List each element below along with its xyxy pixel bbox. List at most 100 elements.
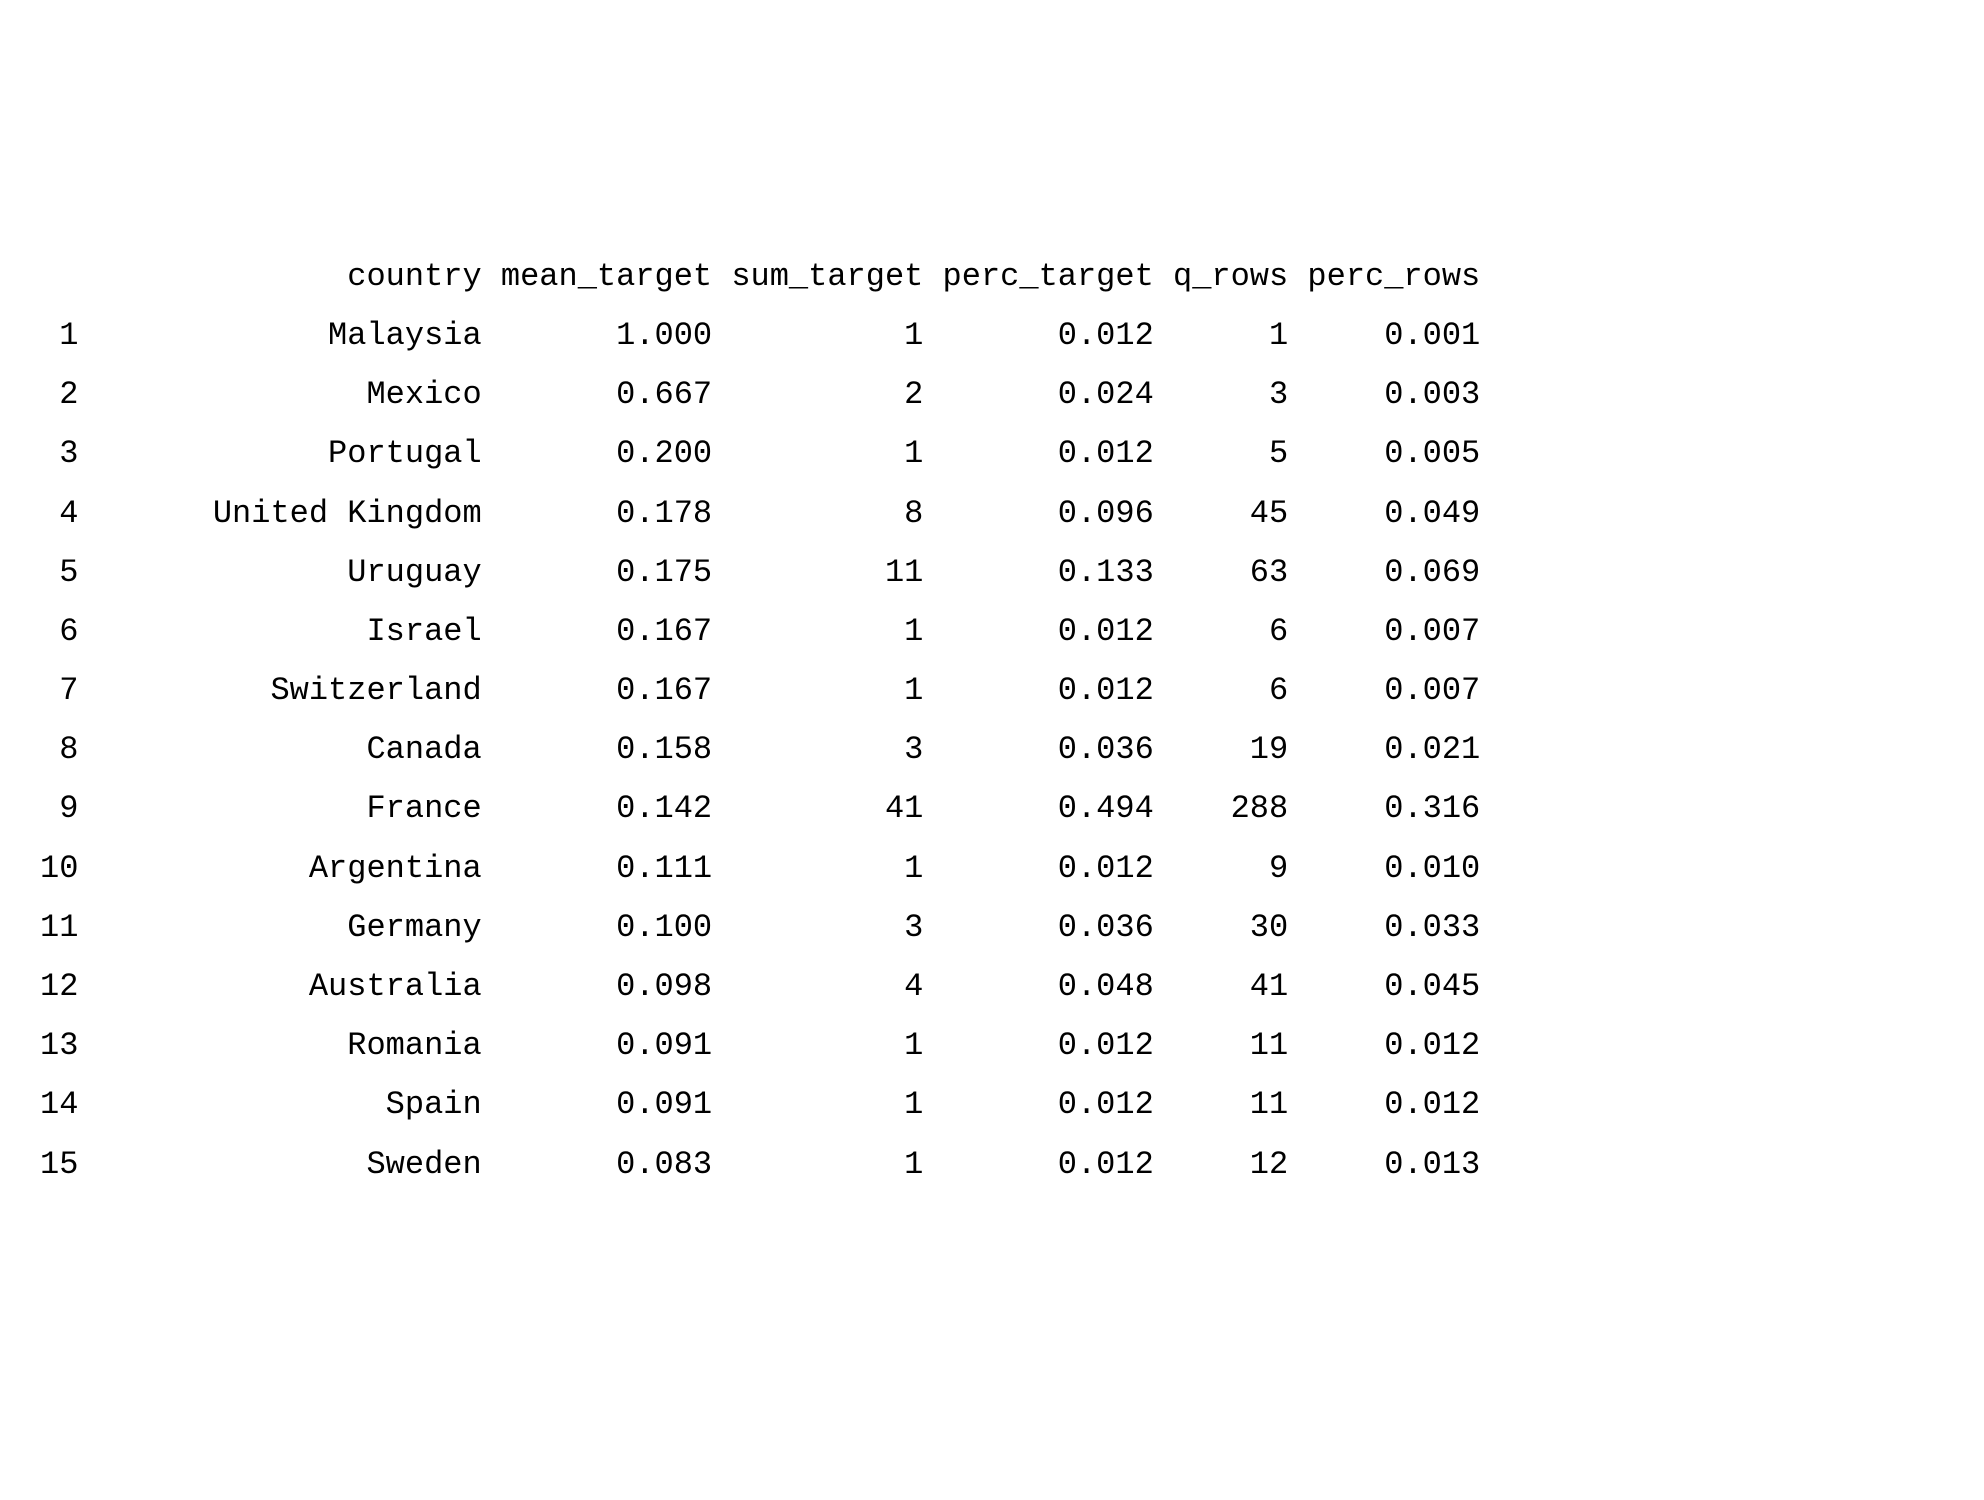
header-perc-rows: perc_rows [1288, 247, 1480, 306]
cell-perc-rows: 0.316 [1288, 779, 1480, 838]
row-index: 12 [40, 957, 78, 1016]
cell-perc-target: 0.012 [923, 839, 1153, 898]
cell-mean-target: 0.083 [482, 1135, 712, 1194]
cell-sum-target: 11 [712, 543, 923, 602]
header-perc-target: perc_target [923, 247, 1153, 306]
cell-country: Romania [78, 1016, 481, 1075]
table-row: 10Argentina0.11110.01290.010 [40, 839, 1944, 898]
cell-mean-target: 0.142 [482, 779, 712, 838]
cell-mean-target: 0.167 [482, 602, 712, 661]
cell-perc-target: 0.012 [923, 1135, 1153, 1194]
cell-mean-target: 0.167 [482, 661, 712, 720]
cell-q-rows: 288 [1154, 779, 1288, 838]
cell-mean-target: 0.667 [482, 365, 712, 424]
cell-sum-target: 1 [712, 602, 923, 661]
header-mean-target: mean_target [482, 247, 712, 306]
table-row: 3Portugal0.20010.01250.005 [40, 424, 1944, 483]
cell-country: United Kingdom [78, 484, 481, 543]
cell-q-rows: 11 [1154, 1075, 1288, 1134]
cell-perc-rows: 0.005 [1288, 424, 1480, 483]
table-row: 6Israel0.16710.01260.007 [40, 602, 1944, 661]
cell-country: Uruguay [78, 543, 481, 602]
cell-perc-target: 0.012 [923, 602, 1153, 661]
table-header-row: countrymean_targetsum_targetperc_targetq… [40, 247, 1944, 306]
cell-mean-target: 0.175 [482, 543, 712, 602]
table-row: 4United Kingdom0.17880.096450.049 [40, 484, 1944, 543]
cell-sum-target: 3 [712, 720, 923, 779]
cell-perc-rows: 0.069 [1288, 543, 1480, 602]
cell-country: Canada [78, 720, 481, 779]
table-row: 5Uruguay0.175110.133630.069 [40, 543, 1944, 602]
cell-perc-rows: 0.045 [1288, 957, 1480, 1016]
cell-country: Argentina [78, 839, 481, 898]
cell-country: Malaysia [78, 306, 481, 365]
cell-mean-target: 0.158 [482, 720, 712, 779]
cell-perc-rows: 0.007 [1288, 661, 1480, 720]
cell-q-rows: 63 [1154, 543, 1288, 602]
row-index: 10 [40, 839, 78, 898]
cell-q-rows: 3 [1154, 365, 1288, 424]
cell-perc-rows: 0.049 [1288, 484, 1480, 543]
header-country: country [78, 247, 481, 306]
cell-q-rows: 5 [1154, 424, 1288, 483]
cell-q-rows: 41 [1154, 957, 1288, 1016]
cell-perc-target: 0.024 [923, 365, 1153, 424]
cell-sum-target: 1 [712, 839, 923, 898]
cell-perc-target: 0.096 [923, 484, 1153, 543]
cell-q-rows: 45 [1154, 484, 1288, 543]
cell-q-rows: 19 [1154, 720, 1288, 779]
table-row: 1Malaysia1.00010.01210.001 [40, 306, 1944, 365]
cell-mean-target: 0.091 [482, 1016, 712, 1075]
cell-q-rows: 9 [1154, 839, 1288, 898]
cell-perc-rows: 0.007 [1288, 602, 1480, 661]
cell-perc-rows: 0.001 [1288, 306, 1480, 365]
table-row: 7Switzerland0.16710.01260.007 [40, 661, 1944, 720]
data-table: countrymean_targetsum_targetperc_targetq… [40, 247, 1944, 1194]
cell-mean-target: 0.098 [482, 957, 712, 1016]
cell-perc-target: 0.012 [923, 1016, 1153, 1075]
cell-perc-target: 0.012 [923, 1075, 1153, 1134]
cell-q-rows: 6 [1154, 602, 1288, 661]
table-row: 11Germany0.10030.036300.033 [40, 898, 1944, 957]
table-row: 8Canada0.15830.036190.021 [40, 720, 1944, 779]
cell-country: Israel [78, 602, 481, 661]
cell-perc-target: 0.133 [923, 543, 1153, 602]
cell-sum-target: 8 [712, 484, 923, 543]
cell-country: Switzerland [78, 661, 481, 720]
header-q-rows: q_rows [1154, 247, 1288, 306]
cell-country: Mexico [78, 365, 481, 424]
cell-mean-target: 1.000 [482, 306, 712, 365]
cell-sum-target: 1 [712, 661, 923, 720]
table-row: 13Romania0.09110.012110.012 [40, 1016, 1944, 1075]
row-index: 13 [40, 1016, 78, 1075]
header-sum-target: sum_target [712, 247, 923, 306]
cell-sum-target: 1 [712, 424, 923, 483]
cell-q-rows: 30 [1154, 898, 1288, 957]
table-row: 15Sweden0.08310.012120.013 [40, 1135, 1944, 1194]
cell-q-rows: 12 [1154, 1135, 1288, 1194]
cell-sum-target: 1 [712, 1016, 923, 1075]
row-index: 9 [40, 779, 78, 838]
cell-q-rows: 6 [1154, 661, 1288, 720]
cell-perc-rows: 0.013 [1288, 1135, 1480, 1194]
cell-perc-rows: 0.021 [1288, 720, 1480, 779]
cell-mean-target: 0.111 [482, 839, 712, 898]
table-row: 2Mexico0.66720.02430.003 [40, 365, 1944, 424]
cell-country: Sweden [78, 1135, 481, 1194]
row-index: 5 [40, 543, 78, 602]
cell-perc-rows: 0.003 [1288, 365, 1480, 424]
cell-sum-target: 41 [712, 779, 923, 838]
cell-perc-rows: 0.012 [1288, 1075, 1480, 1134]
cell-country: Germany [78, 898, 481, 957]
cell-perc-target: 0.012 [923, 424, 1153, 483]
cell-sum-target: 2 [712, 365, 923, 424]
row-index: 7 [40, 661, 78, 720]
cell-perc-target: 0.048 [923, 957, 1153, 1016]
cell-sum-target: 1 [712, 1135, 923, 1194]
row-index: 8 [40, 720, 78, 779]
cell-perc-rows: 0.012 [1288, 1016, 1480, 1075]
cell-country: Spain [78, 1075, 481, 1134]
cell-mean-target: 0.100 [482, 898, 712, 957]
cell-country: France [78, 779, 481, 838]
row-index: 2 [40, 365, 78, 424]
